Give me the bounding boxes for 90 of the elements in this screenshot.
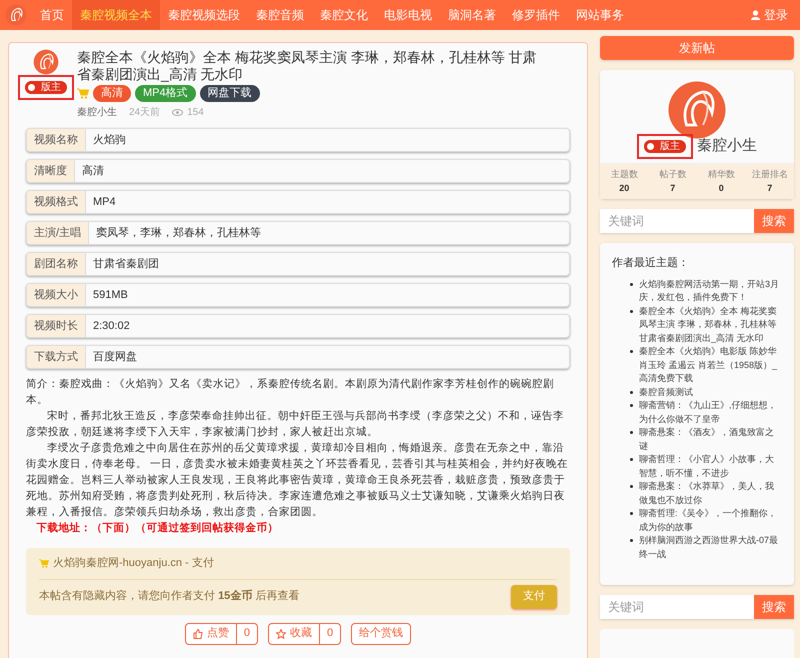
nav-link[interactable]: 修罗插件 [504,0,568,30]
horse-logo-icon [5,4,27,26]
author-link[interactable]: 秦腔小生 [77,105,117,120]
bullet-icon [630,350,633,353]
bullet-icon [630,512,633,515]
eye-icon [172,109,184,116]
field-label: 剧团名称 [27,253,86,275]
nav-link[interactable]: 秦腔文化 [312,0,376,30]
stat-label: 精华数 [708,168,735,181]
topic-link[interactable]: 秦腔音频测试 [639,386,693,399]
cart-icon [39,558,49,568]
payment-title: 火焰驹秦腔网-huoyanju.cn - 支付 [53,556,214,571]
field-value: 甘肃省秦剧团 [92,256,160,272]
topic-link[interactable]: 聊斋营销：《九山王》,仔细想想，为什么你做不了皇帝 [639,399,782,426]
bullet-icon [630,390,633,394]
search-button[interactable]: 搜索 [754,595,794,619]
post-title: 秦腔全本《火焰驹》全本 梅花奖窦凤琴主演 李琳，郑春林，孔桂林等 甘肃省秦剧团演出_高清 无水印 [77,49,537,83]
field-label: 视频名称 [27,129,86,151]
nav-link[interactable]: 电影电视 [376,0,440,30]
search-field[interactable]: 关键词 [600,595,754,619]
download-note: 下载地址：（下面）（可通过签到回帖获得金币） [36,521,280,536]
tag: 网盘下载 [200,85,260,102]
topic-link[interactable]: 聊斋哲理：《小官人》小故事，大智慧，听不懂，不进步 [639,453,782,480]
field-label: 清晰度 [27,160,75,182]
bullet-icon [630,431,633,434]
topic-link[interactable]: 火焰驹秦腔网活动第一期，开站3月庆，发红包，插件免费下！ [639,278,782,304]
search-field[interactable]: 关键词 [600,209,754,233]
cart-icon [77,88,89,99]
field-value: 高清 [81,164,105,179]
stat-label: 主题数 [610,168,638,181]
section-title: 作者最近主题： [612,256,690,271]
field-value: 火焰驹 [92,132,127,148]
bullet-icon [630,485,633,488]
pay-button[interactable]: 支付 [511,584,557,608]
author-avatar-icon [33,49,59,75]
field-label: 主演/主唱 [27,222,90,244]
description-paragraph: 李绶次子彦贵危难之中向居住在苏州的岳父黄璋求援，黄璋却冷目相向，悔婚退亲。彦贵在无奈之中，靠沿街卖水度日，侍奉老母。 一日，彦贵卖水被未婚妻黄桂英之丫环芸香看见，芸香引其与桂英相会，并约好夜晚在花园赠金。岂料三人举动被家人王良发现，王良将此事密告黄璋，黄璋命王良杀死芸香，栽赃彦贵，预致彦贵于死地。苏州知府受贿，将彦贵判处死刑，秋后待决。李家连遭危难之事被贩马义士艾谦知晓，艾谦乘火焰驹日夜兼程，入番报信。彦荣领兵归劫杀场，救出彦贵，合家团圆。 [26,441,569,520]
author-name: 秦腔小生 [697,136,757,156]
bullet-icon [630,458,633,461]
nav-link[interactable]: 脑洞名著 [440,0,504,30]
payment-notice: 本帖含有隐藏内容，请您向作者支付 15金币 后再查看 [39,588,300,604]
new-post-button[interactable]: 发新帖 [600,36,794,60]
field-label: 视频大小 [27,284,86,306]
stat-value: 20 [619,182,630,194]
field-value: 百度网盘 [92,350,138,365]
nav-link[interactable]: 秦腔视频全本 [72,0,160,30]
badge-label: 版主 [660,142,680,152]
like-button[interactable]: 点赞 [184,622,237,644]
nav-link[interactable]: 首页 [32,0,72,30]
description-paragraph: 宋时，番邦北狄王造反，李彦荣奉命挂帅出征。朝中奸臣王强与兵部尚书李绶（李彦荣之父）不和，诬告李彦荣投敌，朝廷遂将李绶下入天牢，李家被满门抄封，家人被赶出京城。 [26,409,565,440]
view-count: 154 [187,106,204,120]
stat-label: 帖子数 [659,168,686,181]
stat-value: 7 [767,182,772,194]
topic-link[interactable]: 别样脑洞西游之西游世界大战-07最终一战 [639,534,782,561]
login-link[interactable]: 登录 [751,6,800,24]
post-time: 24天前 [129,106,160,120]
field-label: 下载方式 [27,346,86,368]
topic-link[interactable]: 聊斋悬案：《酒友》，酒鬼致富之谜 [639,426,782,453]
topic-link[interactable]: 秦腔全本《火焰驹》电影版 陈妙华肖玉玲 孟遏云 肖若兰（1958版）_高清免费下载 [639,345,782,386]
bullet-icon [630,310,633,312]
description-paragraph: 简介：秦腔戏曲：《火焰驹》又名《卖水记》，系秦腔传统名剧。本剧原为清代剧作家李芳桂创作的碗碗腔剧本。 [26,377,555,408]
topic-link[interactable]: 秦腔全本《火焰驹》全本 梅花奖窦凤琴主演 李琳，郑春林，孔桂林等甘肃省秦剧团演出_高清 无水印 [639,304,782,345]
field-label: 视频格式 [27,191,86,213]
stat-value: 7 [670,182,676,194]
star-icon [276,628,286,638]
count-badge: 0 [236,622,258,644]
search-button[interactable]: 搜索 [754,209,794,233]
nav-link[interactable]: 秦腔视频选段 [160,0,248,30]
badge-label: 版主 [41,82,61,92]
field-value: 窦凤琴，李琳，郑春林，孔桂林等 [95,226,262,241]
field-value: MP4 [92,194,117,210]
count-badge: 0 [320,622,342,644]
user-icon [751,10,760,20]
topic-link[interactable]: 聊斋哲理:《吴令》，一个推翻你，成为你的故事 [639,507,782,534]
favorite-button[interactable]: 收藏 [268,622,320,644]
tip-button[interactable]: 给个赏钱 [351,622,412,644]
field-value: 2:30:02 [92,318,131,334]
nav-link[interactable]: 秦腔音频 [248,0,312,30]
bullet-icon [630,282,633,286]
thumbs-up-icon [192,628,203,638]
tag: 高清 [93,85,131,102]
bullet-icon [630,404,633,407]
field-label: 视频时长 [27,315,86,337]
field-value: 591MB [92,288,129,303]
nav-link[interactable]: 网站事务 [568,0,632,30]
stat-value: 0 [718,182,724,194]
topic-link[interactable]: 聊斋悬案：《水莽草》，美人，我做鬼也不放过你 [639,480,782,507]
bullet-icon [630,539,633,542]
tag: MP4格式 [135,85,196,102]
stat-label: 注册排名 [752,168,788,181]
